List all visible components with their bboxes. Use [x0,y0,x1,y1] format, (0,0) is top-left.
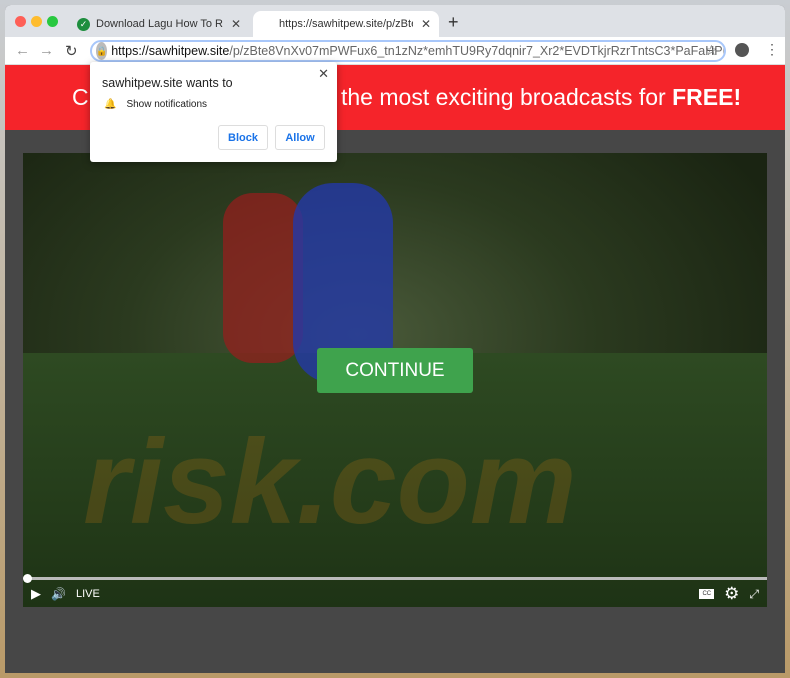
notification-permission-popup: ✕ sawhitpew.site wants to 🔔 Show notific… [90,62,337,162]
title-bar: ✓ Download Lagu How To Remov ✕ https://s… [5,5,785,37]
popup-title: sawhitpew.site wants to [102,76,233,90]
toolbar: ← → ↻ 🔒 https://sawhitpew.site/p/zBte8Vn… [5,37,785,65]
profile-icon[interactable] [735,43,749,57]
close-tab-icon[interactable]: ✕ [421,17,431,31]
banner-free: FREE! [672,84,742,110]
settings-gear-icon[interactable]: ⚙ [724,584,739,604]
permission-text: Show notifications [126,99,208,110]
new-tab-icon[interactable]: + [448,12,459,33]
star-icon[interactable]: ☆ [705,42,718,59]
progress-bar[interactable] [23,574,767,583]
close-popup-icon[interactable]: ✕ [318,66,329,82]
watermark: risk.com [83,415,577,549]
tab-download-lagu[interactable]: ✓ Download Lagu How To Remov ✕ [69,11,249,37]
menu-icon[interactable]: ⋮ [765,41,779,58]
banner-text: the most exciting broadcasts for [341,84,673,110]
bell-icon: 🔔 [104,99,117,110]
maximize-window-button[interactable] [47,16,58,27]
player-controls: ▶ 🔊 LIVE CC ⚙ ⤢ [23,581,767,607]
cc-icon[interactable]: CC [699,589,715,599]
tab-title: https://sawhitpew.site/p/zBte8 [279,18,413,30]
live-label: LIVE [75,588,100,600]
reload-icon[interactable]: ↻ [65,42,78,60]
tab-title: Download Lagu How To Remov [96,18,223,30]
minimize-window-button[interactable] [31,16,42,27]
lock-icon[interactable]: 🔒 [96,42,108,60]
address-bar[interactable]: 🔒 https://sawhitpew.site/p/zBte8VnXv07mP… [90,40,726,62]
check-circle-icon: ✓ [77,17,90,31]
block-button[interactable]: Block [218,125,268,150]
url-path: /p/zBte8VnXv07mPWFux6_tn1zNz*emhTU9Ry7dq… [229,44,726,58]
volume-icon[interactable]: 🔊 [51,587,66,601]
video-player[interactable]: risk.com CONTINUE ▶ 🔊 LIVE CC ⚙ ⤢ [23,153,767,607]
forward-icon[interactable]: → [39,42,54,59]
url-host: https://sawhitpew.site [111,44,230,58]
close-tab-icon[interactable]: ✕ [231,17,241,31]
video-player-figure [223,193,303,363]
back-icon[interactable]: ← [15,42,30,59]
tab-sawhitpew[interactable]: https://sawhitpew.site/p/zBte8 ✕ [253,11,439,37]
allow-button[interactable]: Allow [275,125,325,150]
fullscreen-icon[interactable]: ⤢ [749,587,759,602]
continue-button[interactable]: CONTINUE [317,348,473,393]
close-window-button[interactable] [15,16,26,27]
play-icon[interactable]: ▶ [31,586,41,602]
